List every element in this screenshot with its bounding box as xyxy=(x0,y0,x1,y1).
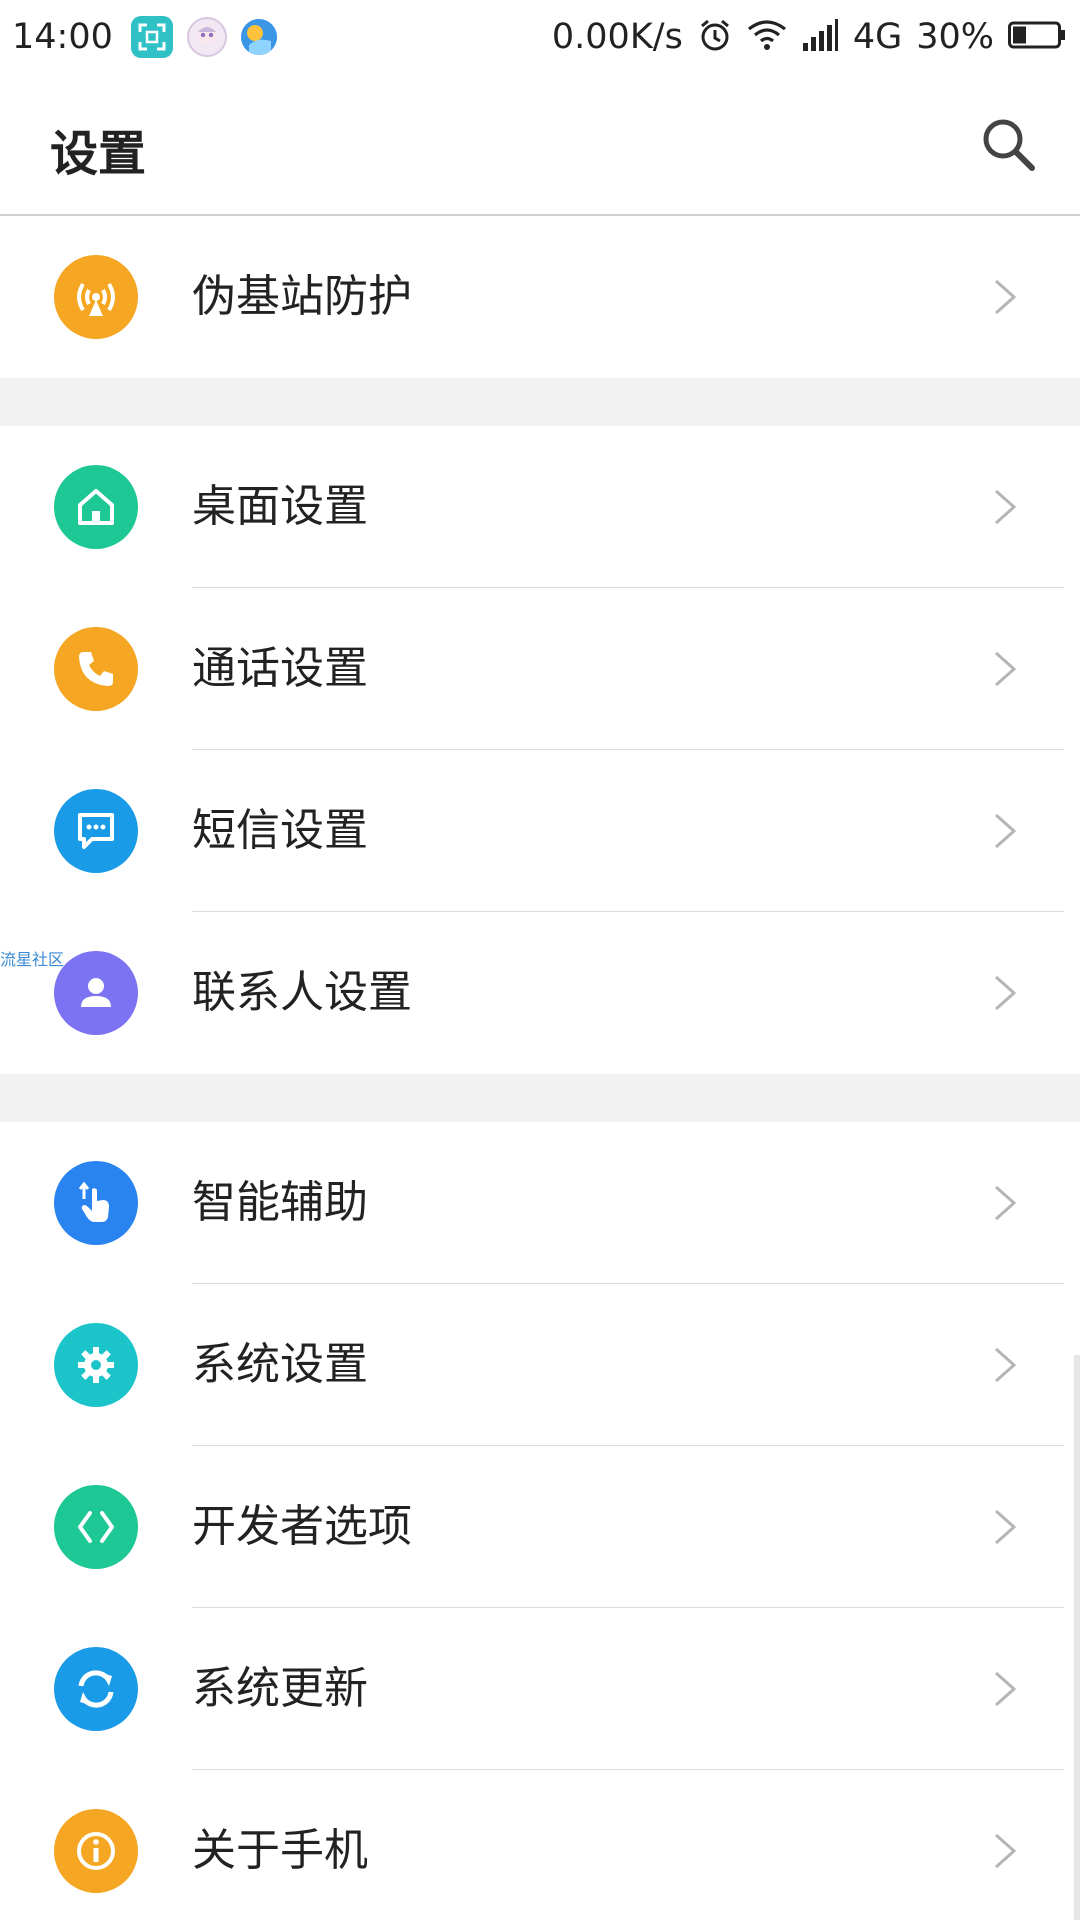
settings-item-system-update[interactable]: 系统更新 xyxy=(0,1608,1080,1770)
settings-item-label: 开发者选项 xyxy=(192,1501,412,1552)
settings-item-label: 联系人设置 xyxy=(192,967,412,1018)
weather-icon xyxy=(240,19,277,55)
chevron-right-icon xyxy=(995,489,1017,525)
chevron-right-icon xyxy=(995,1671,1017,1707)
settings-section: 桌面设置 通话设置 短信设置 联系人设置 xyxy=(0,426,1080,1074)
settings-item-label: 桌面设置 xyxy=(192,481,368,532)
network-type: 4G xyxy=(852,17,903,57)
section-gap xyxy=(0,378,1080,426)
status-bar-left: 14:00 xyxy=(0,16,277,58)
settings-section: 智能辅助 系统设置 开发者选项 系统更新 关于手机 xyxy=(0,1122,1080,1920)
signal-icon xyxy=(801,19,839,55)
alarm-icon xyxy=(697,17,733,57)
settings-item-about-phone[interactable]: 关于手机 xyxy=(0,1770,1080,1920)
settings-item-label: 关于手机 xyxy=(192,1825,368,1876)
settings-item-fake-base-station[interactable]: 伪基站防护 xyxy=(0,216,1080,378)
section-gap xyxy=(0,1074,1080,1122)
refresh-icon xyxy=(54,1647,138,1731)
chevron-right-icon xyxy=(995,651,1017,687)
chevron-right-icon xyxy=(995,1185,1017,1221)
settings-item-label: 短信设置 xyxy=(192,805,368,856)
status-bar: 14:00 0.00K/s 4G 30% xyxy=(0,0,1080,74)
settings-item-sms[interactable]: 短信设置 xyxy=(0,750,1080,912)
code-icon xyxy=(54,1485,138,1569)
search-button[interactable] xyxy=(976,112,1040,176)
settings-item-label: 系统设置 xyxy=(192,1339,368,1390)
settings-item-smart-assist[interactable]: 智能辅助 xyxy=(0,1122,1080,1284)
info-icon xyxy=(54,1809,138,1893)
settings-item-label: 智能辅助 xyxy=(192,1177,368,1228)
fake-base-station-icon xyxy=(54,255,138,339)
search-icon xyxy=(983,119,1035,171)
app-header: 设置 xyxy=(0,74,1080,216)
watermark-text: 流星社区 xyxy=(0,950,65,969)
message-icon xyxy=(54,789,138,873)
chevron-right-icon xyxy=(995,279,1017,315)
settings-list: 伪基站防护 桌面设置 通话设置 短信设置 联系人设置 智能辅助 系统设置 开发者… xyxy=(0,216,1080,1920)
settings-item-desktop[interactable]: 桌面设置 xyxy=(0,426,1080,588)
chevron-right-icon xyxy=(995,1833,1017,1869)
chevron-right-icon xyxy=(995,1509,1017,1545)
scrollbar[interactable] xyxy=(1074,1355,1080,1920)
battery-icon xyxy=(1008,21,1066,53)
status-time: 14:00 xyxy=(12,17,113,57)
network-speed: 0.00K/s xyxy=(551,17,683,57)
gear-icon xyxy=(54,1323,138,1407)
settings-screen: 14:00 0.00K/s 4G 30% 设置 伪基站防护 桌面设置 通话设置 … xyxy=(0,0,1080,1920)
settings-item-contacts[interactable]: 联系人设置 xyxy=(0,912,1080,1074)
avatar-icon xyxy=(186,17,227,57)
status-bar-right: 0.00K/s 4G 30% xyxy=(552,17,1080,57)
settings-item-system[interactable]: 系统设置 xyxy=(0,1284,1080,1446)
chevron-right-icon xyxy=(995,1347,1017,1383)
wifi-icon xyxy=(747,19,787,55)
phone-icon xyxy=(54,627,138,711)
settings-item-call[interactable]: 通话设置 xyxy=(0,588,1080,750)
settings-item-developer[interactable]: 开发者选项 xyxy=(0,1446,1080,1608)
chevron-right-icon xyxy=(995,813,1017,849)
page-title: 设置 xyxy=(50,126,147,182)
gesture-icon xyxy=(54,1161,138,1245)
scan-icon xyxy=(130,16,173,58)
chevron-right-icon xyxy=(995,975,1017,1011)
settings-item-label: 伪基站防护 xyxy=(192,271,412,322)
settings-section: 伪基站防护 xyxy=(0,216,1080,378)
battery-percent: 30% xyxy=(916,17,994,57)
home-icon xyxy=(54,465,138,549)
settings-item-label: 系统更新 xyxy=(192,1663,368,1714)
settings-item-label: 通话设置 xyxy=(192,643,368,694)
